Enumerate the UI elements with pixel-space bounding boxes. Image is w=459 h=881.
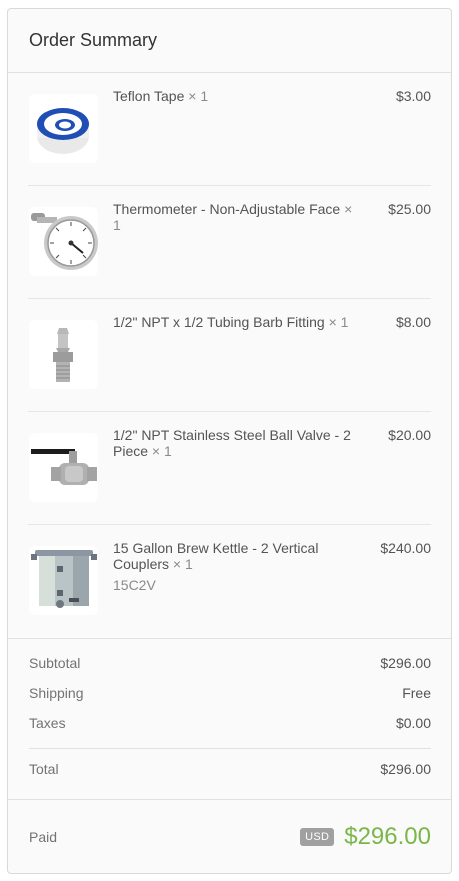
line-item-quantity: × 1: [172, 556, 193, 572]
line-item-description: 1/2" NPT x 1/2 Tubing Barb Fitting × 1: [113, 314, 363, 330]
paid-amount: $296.00: [344, 822, 431, 850]
taxes-label: Taxes: [29, 715, 66, 731]
order-summary-panel: Order Summary Teflon Tape × 1 $3.00 Ther…: [7, 8, 452, 874]
total-value: $296.00: [380, 761, 431, 777]
currency-badge: USD: [300, 827, 335, 846]
line-item-price: $25.00: [388, 201, 431, 217]
line-item-name: 1/2" NPT x 1/2 Tubing Barb Fitting: [113, 314, 325, 330]
totals-section: Subtotal $296.00 Shipping Free Taxes $0.…: [8, 638, 451, 799]
shipping-value: Free: [402, 685, 431, 701]
line-item-description: 1/2" NPT Stainless Steel Ball Valve - 2 …: [113, 427, 363, 459]
line-item: 1/2" NPT x 1/2 Tubing Barb Fitting × 1 $…: [28, 299, 431, 412]
line-item-name: Thermometer - Non-Adjustable Face: [113, 201, 341, 217]
total-label: Total: [29, 761, 59, 777]
totals-divider: [29, 748, 431, 749]
line-item-quantity: × 1: [188, 88, 209, 104]
shipping-row: Shipping Free: [29, 685, 431, 715]
paid-section: Paid USD $296.00: [8, 799, 451, 873]
subtotal-row: Subtotal $296.00: [29, 655, 431, 685]
line-item-price: $3.00: [395, 88, 431, 104]
shipping-label: Shipping: [29, 685, 84, 701]
taxes-value: $0.00: [395, 715, 431, 731]
line-item-name: Teflon Tape: [113, 88, 185, 104]
line-item: 15 Gallon Brew Kettle - 2 Vertical Coupl…: [28, 525, 431, 638]
line-item: 1/2" NPT Stainless Steel Ball Valve - 2 …: [28, 412, 431, 525]
total-row: Total $296.00: [29, 761, 431, 799]
line-item-price: $240.00: [380, 540, 431, 556]
line-item-description: 15 Gallon Brew Kettle - 2 Vertical Coupl…: [113, 540, 363, 593]
line-item-sku: 15C2V: [113, 577, 156, 593]
line-item-description: Thermometer - Non-Adjustable Face × 1: [113, 201, 363, 233]
order-summary-title: Order Summary: [29, 30, 158, 50]
line-item-list: Teflon Tape × 1 $3.00 Thermometer - Non-…: [8, 73, 451, 638]
subtotal-value: $296.00: [380, 655, 431, 671]
line-item: Teflon Tape × 1 $3.00: [28, 73, 431, 186]
teflon-tape-image: [29, 94, 98, 163]
barb-fitting-image: [29, 320, 98, 389]
line-item-name: 1/2" NPT Stainless Steel Ball Valve - 2 …: [113, 427, 351, 459]
line-item-quantity: × 1: [151, 443, 172, 459]
paid-label: Paid: [29, 828, 58, 845]
line-item-price: $8.00: [395, 314, 431, 330]
paid-amount-group: USD $296.00: [300, 823, 431, 851]
thermometer-image: [29, 207, 98, 276]
line-item-quantity: × 1: [328, 314, 349, 330]
line-item-price: $20.00: [388, 427, 431, 443]
subtotal-label: Subtotal: [29, 655, 81, 671]
ball-valve-image: [29, 433, 98, 502]
brew-kettle-image: [29, 546, 98, 615]
taxes-row: Taxes $0.00: [29, 715, 431, 745]
line-item-description: Teflon Tape × 1: [113, 88, 363, 104]
line-item-name: 15 Gallon Brew Kettle - 2 Vertical Coupl…: [113, 540, 319, 572]
line-item: Thermometer - Non-Adjustable Face × 1 $2…: [28, 186, 431, 299]
order-summary-header: Order Summary: [8, 9, 451, 73]
